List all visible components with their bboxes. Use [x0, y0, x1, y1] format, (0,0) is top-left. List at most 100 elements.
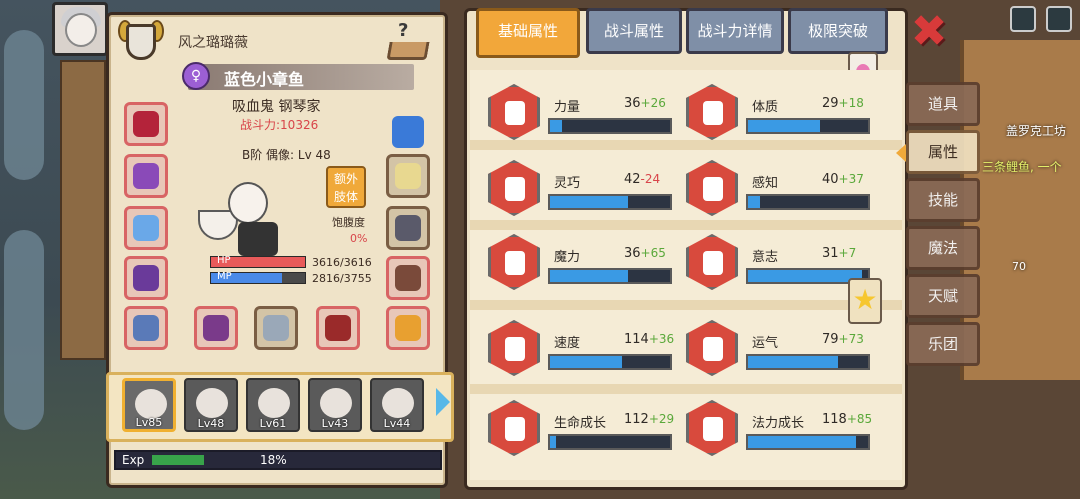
stat-name: 魔力 [554, 250, 581, 265]
side-menu-item[interactable]: 属性 [906, 130, 980, 174]
stat-bar-fill [748, 356, 838, 368]
clover-icon[interactable] [686, 320, 738, 376]
mp-label: MP [217, 271, 232, 282]
help-button[interactable]: ? [378, 20, 436, 64]
star-icon[interactable]: ★ [848, 278, 882, 324]
equip-slot-backpack-icon[interactable] [386, 306, 430, 350]
next-page-arrow-icon[interactable] [436, 388, 450, 416]
hp-value: 3616/3616 [312, 256, 372, 269]
stat-name: 感知 [752, 176, 779, 191]
torso-icon[interactable] [686, 84, 738, 140]
companion-slot[interactable]: Lv61 [246, 378, 300, 432]
magic-star-icon[interactable] [686, 400, 738, 456]
companion-slot[interactable]: Lv43 [308, 378, 362, 432]
stat-value: 42-24 [624, 172, 660, 187]
equip-slot-armor-icon[interactable] [124, 256, 168, 300]
female-symbol-icon: ♀ [182, 62, 210, 90]
tab-3[interactable]: 极限突破 [788, 8, 888, 54]
companion-slot[interactable]: Lv85 [122, 378, 176, 432]
arm-icon[interactable] [488, 84, 540, 140]
stat-name: 速度 [554, 336, 581, 351]
character-title-bar: ♀ 蓝色小章鱼 [182, 62, 414, 90]
stat-name: 法力成长 [752, 416, 805, 431]
player-avatar[interactable] [52, 2, 108, 56]
equip-slot-bow-icon[interactable] [316, 306, 360, 350]
network-icon[interactable] [1010, 6, 1036, 32]
companion-level: Lv43 [321, 417, 349, 430]
equip-slot-necklace-icon[interactable] [124, 154, 168, 198]
side-menu-item[interactable]: 乐团 [906, 322, 980, 366]
stat-bar [548, 354, 672, 370]
stat-value: 79+73 [822, 332, 864, 347]
tab-0[interactable]: 基础属性 [476, 8, 580, 58]
companion-level: Lv48 [197, 417, 225, 430]
stat-row: 魔力 36+65 [488, 232, 678, 292]
equip-slot-chest-icon[interactable] [124, 102, 168, 146]
stat-name: 体质 [752, 100, 779, 115]
stat-bar [746, 118, 870, 134]
companion-slot[interactable]: Lv48 [184, 378, 238, 432]
eye-icon[interactable] [686, 160, 738, 216]
question-mark-icon: ? [398, 20, 409, 41]
swirl-icon[interactable] [488, 234, 540, 290]
companion-portrait [135, 389, 167, 419]
tab-2[interactable]: 战斗力详情 [686, 8, 784, 54]
stat-bar-fill [550, 356, 622, 368]
stat-bar [746, 434, 870, 450]
tab-1[interactable]: 战斗属性 [586, 8, 682, 54]
satiety-value: 0% [350, 232, 368, 245]
equip-slot-wing-icon[interactable] [124, 206, 168, 250]
equip-slot-helmet-icon[interactable] [124, 306, 168, 350]
exp-bar: Exp 18% [114, 450, 442, 470]
shop-label: 盖罗克工坊 [1006, 124, 1067, 138]
hp-label: HP [217, 255, 231, 266]
stat-row: 生命成长 112+29 [488, 398, 678, 458]
head-icon[interactable] [686, 234, 738, 290]
wall-block [60, 60, 106, 360]
stat-bar-fill [550, 196, 628, 208]
stat-bar [548, 434, 672, 450]
stat-base: 112 [624, 412, 649, 427]
companion-level: Lv44 [383, 417, 411, 430]
stat-base: 118 [822, 412, 847, 427]
stat-value: 40+37 [822, 172, 864, 187]
stat-name: 灵巧 [554, 176, 581, 191]
companion-portrait [258, 388, 290, 418]
stat-bar-fill [748, 120, 820, 132]
stat-bonus: +36 [648, 332, 675, 346]
runner-icon[interactable] [488, 160, 540, 216]
side-menu-item[interactable]: 技能 [906, 178, 980, 222]
companion-slot[interactable]: Lv44 [370, 378, 424, 432]
close-icon[interactable]: ✖ [906, 10, 952, 58]
stat-name: 意志 [752, 250, 779, 265]
side-menu-item[interactable]: 魔法 [906, 226, 980, 270]
ore-count: 70 [1012, 260, 1026, 273]
equip-slot-weapon-icon[interactable] [194, 306, 238, 350]
fullscreen-icon[interactable] [1046, 6, 1072, 32]
hp-bar: HP [210, 255, 306, 268]
side-menu-item[interactable]: 道具 [906, 82, 980, 126]
equip-slot-belt-icon[interactable] [386, 206, 430, 250]
stat-bonus: +26 [640, 96, 666, 110]
mp-value: 2816/3755 [312, 272, 372, 285]
exp-label: Exp [122, 453, 145, 467]
heart-icon[interactable] [488, 400, 540, 456]
equip-slot-glove-icon[interactable] [386, 154, 430, 198]
equip-slot-boots-icon[interactable] [386, 256, 430, 300]
wing-icon[interactable] [488, 320, 540, 376]
extra-limb-button[interactable]: 额外 肢体 [326, 166, 366, 208]
stat-value: 36+65 [624, 246, 666, 261]
equip-slot-sword-icon[interactable] [254, 306, 298, 350]
side-menu-item[interactable]: 天赋 [906, 274, 980, 318]
hanger-icon [386, 42, 430, 60]
stat-bar [746, 354, 870, 370]
guild-emblem-icon[interactable] [118, 14, 164, 68]
stat-value: 31+7 [822, 246, 856, 261]
stat-value: 29+18 [822, 96, 864, 111]
stat-bonus: +7 [838, 246, 857, 260]
stat-bar [548, 118, 672, 134]
blue-crown-icon[interactable] [386, 110, 430, 154]
stat-value: 36+26 [624, 96, 666, 111]
companion-portrait [320, 388, 352, 418]
stat-bonus: +29 [648, 412, 675, 426]
